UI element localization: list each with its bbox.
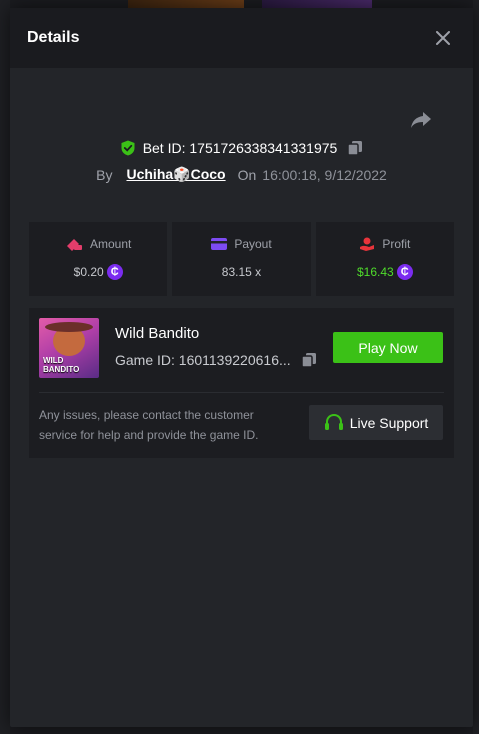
bet-id-row: Bet ID: 1751726338341331975 — [10, 140, 473, 156]
bet-meta-row: By Uchiha🎲Coco On 16:00:18, 9/12/2022 — [10, 166, 473, 183]
game-card: WILD BANDITO Wild Bandito Game ID: 16011… — [29, 308, 454, 458]
game-name: Wild Bandito — [115, 325, 200, 342]
coin-icon: ₵ — [106, 264, 123, 280]
bet-id-text: Bet ID: 1751726338341331975 — [142, 140, 338, 156]
stat-label: Payout — [234, 237, 272, 251]
share-button[interactable] — [410, 111, 432, 129]
payout-value: 83.15 x — [221, 265, 262, 279]
username-link[interactable]: Uchiha🎲Coco — [126, 166, 225, 183]
close-button[interactable] — [433, 28, 453, 48]
shield-check-icon — [121, 140, 135, 156]
on-label: On — [237, 166, 257, 183]
play-now-button[interactable]: Play Now — [333, 332, 443, 363]
stat-payout: Payout 83.15 x — [172, 222, 311, 296]
wallet-icon — [66, 239, 82, 251]
bet-timestamp: 16:00:18, 9/12/2022 — [262, 166, 387, 183]
game-thumbnail[interactable]: WILD BANDITO — [39, 318, 99, 378]
game-id-text: Game ID: 1601139220616... — [115, 352, 291, 368]
share-icon — [411, 112, 431, 128]
background-column — [0, 0, 10, 734]
support-text: Any issues, please contact the customer … — [39, 408, 259, 442]
coin-icon: ₵ — [396, 264, 413, 280]
stat-label: Profit — [382, 237, 411, 251]
headset-icon — [324, 413, 343, 430]
live-support-button[interactable]: Live Support — [309, 405, 443, 440]
amount-value: $0.20 — [73, 265, 104, 279]
details-modal: Details Bet ID: 1751726338341331975 By U… — [10, 8, 473, 727]
stat-amount: Amount $0.20 ₵ — [29, 222, 168, 296]
close-icon — [436, 31, 450, 45]
hand-coin-icon — [360, 237, 375, 251]
live-support-label: Live Support — [349, 414, 429, 431]
stats-row: Amount $0.20 ₵ Payout 83.15 x Profit $16… — [29, 222, 454, 296]
game-logo-text: WILD BANDITO — [43, 356, 80, 374]
divider — [39, 392, 444, 393]
stat-profit: Profit $16.43 ₵ — [315, 222, 454, 296]
modal-title: Details — [27, 29, 80, 46]
thumbnail-hat — [45, 322, 93, 332]
stat-label: Amount — [89, 237, 132, 251]
by-label: By — [96, 166, 113, 183]
game-id-row: Game ID: 1601139220616... — [115, 352, 317, 368]
copy-icon[interactable] — [347, 140, 363, 156]
card-icon — [211, 238, 228, 250]
background-column — [473, 0, 479, 734]
profit-value: $16.43 — [356, 265, 394, 279]
copy-icon[interactable] — [300, 352, 317, 368]
modal-header: Details — [10, 8, 473, 68]
